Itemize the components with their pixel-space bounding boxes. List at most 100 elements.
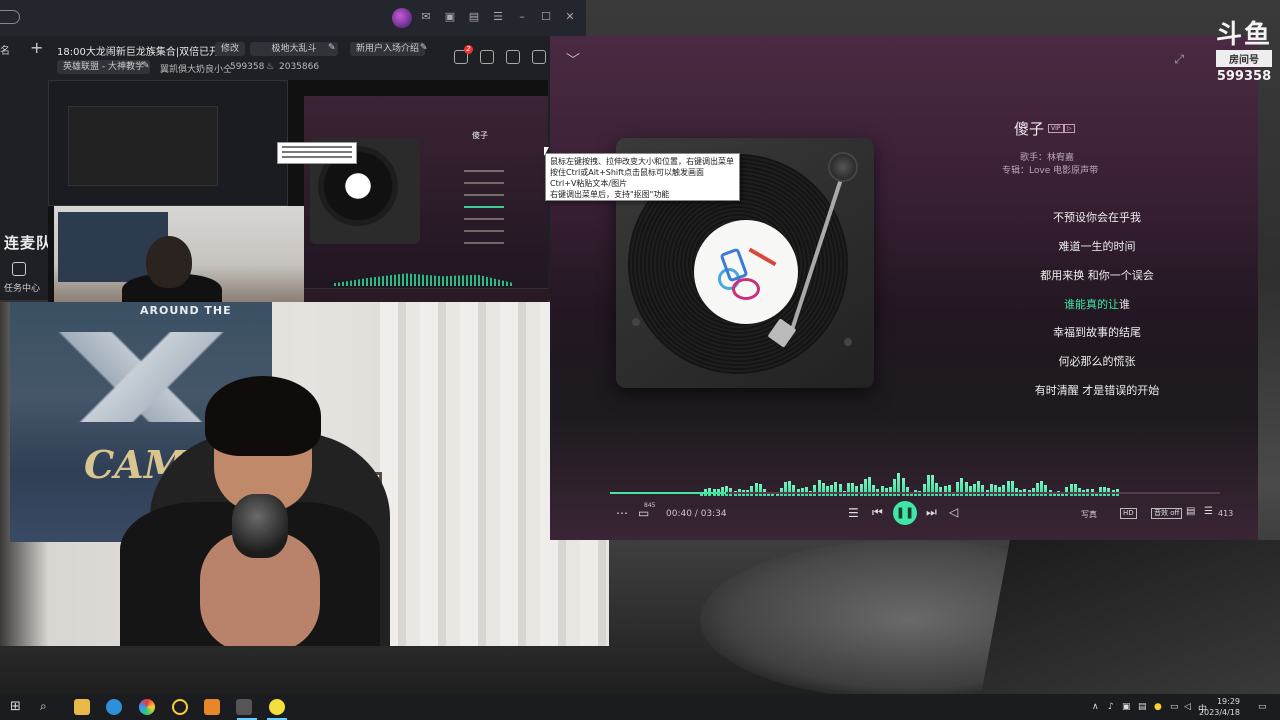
vip-tag: VIP [1048, 124, 1064, 133]
write-toggle-label[interactable]: 写真 [1081, 509, 1097, 520]
waveform-bar [725, 485, 729, 496]
volume-icon[interactable]: ◁ [949, 505, 958, 519]
tray-app-icon[interactable]: ● [1154, 702, 1162, 712]
mail-icon[interactable]: ✉ [418, 9, 434, 25]
singer-label[interactable]: 歌手：林宥嘉 [1020, 150, 1074, 163]
nested-tooltip [277, 142, 357, 164]
effect-button[interactable]: 音效 off [1151, 508, 1183, 519]
mini-waveform [334, 273, 514, 286]
file-explorer-icon[interactable] [74, 699, 90, 715]
waveform-bar [968, 485, 972, 496]
waveform-bar [1069, 483, 1073, 496]
waveform-bar [1073, 484, 1077, 496]
bell-icon[interactable] [532, 50, 546, 64]
quality-button[interactable]: HD [1120, 508, 1137, 519]
mv-tag[interactable]: ▷ [1064, 124, 1075, 133]
lock-icon[interactable] [480, 50, 494, 64]
chrome-icon[interactable] [139, 699, 155, 715]
lyric-line: 何必那么的慌张 [1058, 355, 1136, 368]
waveform-bar [754, 482, 758, 496]
mini-lyric [464, 206, 504, 208]
waveform-bar [943, 485, 947, 496]
tray-app-icon[interactable]: ▣ [1122, 702, 1131, 712]
playlist-mode-icon[interactable]: ☰ [848, 506, 859, 520]
sidebar-toggle[interactable] [0, 10, 20, 24]
hot-value: 2035866 [279, 62, 320, 72]
search-icon[interactable]: ⌕ [40, 699, 56, 715]
progress-bar[interactable] [610, 492, 1220, 494]
newbie-intro-chip[interactable]: 新用户入场介绍 [350, 42, 426, 56]
clock[interactable]: 19:29 2023/4/18 [1199, 696, 1240, 718]
edit-title-button[interactable]: 修改 [215, 42, 246, 56]
window-controls: ✉ ▣ ▤ ☰ – ☐ ✕ [418, 9, 578, 25]
stream-preview: 傻子 [48, 80, 548, 302]
tooltip-line: Ctrl+V粘贴文本/图片 [550, 179, 628, 188]
waveform-bar [973, 483, 976, 496]
mini-lyric [464, 230, 504, 232]
league-chip[interactable]: 英雄联盟 - 大神教学 [57, 60, 150, 74]
menu-icon[interactable]: ☰ [490, 9, 506, 25]
playlist-count: 413 [1218, 509, 1234, 518]
waveform-bar [981, 484, 985, 496]
start-windows-icon[interactable]: ⊞ [10, 699, 26, 715]
waveform-bar [994, 484, 997, 496]
app-ring-icon[interactable] [172, 699, 188, 715]
notification-icon[interactable]: ▭ [1258, 702, 1267, 712]
task-center-icon[interactable] [12, 262, 26, 276]
music-app-icon[interactable] [269, 699, 285, 715]
record-label-art [694, 220, 798, 324]
pause-button[interactable]: ❚❚ [893, 501, 917, 525]
pencil-icon[interactable]: ✎ [142, 61, 150, 71]
toolbar-icons: 2 [454, 45, 546, 64]
maximize-icon[interactable]: ☐ [538, 9, 554, 25]
douyu-watermark: 斗鱼 房间号 599358 [1215, 20, 1272, 84]
edge-browser-icon[interactable] [106, 699, 122, 715]
waveform-bar [1044, 484, 1048, 496]
next-icon[interactable]: ⏭ [926, 505, 937, 520]
network-icon[interactable]: ▭ [1170, 702, 1179, 712]
shirt-icon[interactable]: ▤ [466, 9, 482, 25]
layout-icon[interactable] [506, 50, 520, 64]
album-label[interactable]: 专辑：Love 电影原声带 [1002, 163, 1098, 176]
minimize-icon[interactable]: – [514, 9, 530, 25]
lyric-line-current: 谁能真的让谁 [962, 296, 1232, 312]
mouse-cursor-icon [544, 147, 549, 156]
app-tool-icon[interactable] [236, 699, 252, 715]
app-titlebar: ✉ ▣ ▤ ☰ – ☐ ✕ [0, 0, 586, 36]
app-orange-icon[interactable] [204, 699, 220, 715]
streamer-meta: 翼凯俱大奶良小仝 [160, 65, 233, 75]
waveform-bar [792, 485, 796, 496]
tray-expand-icon[interactable]: ∧ [1092, 702, 1099, 712]
queue-icon[interactable]: ☰ [1204, 506, 1213, 517]
waveform-bar [989, 483, 993, 496]
lyrics-icon[interactable]: ▤ [1186, 506, 1195, 517]
waveform-bar [855, 485, 859, 496]
mini-lyric [464, 170, 504, 172]
fullscreen-icon[interactable]: ⤢ [1174, 52, 1184, 67]
close-icon[interactable]: ✕ [562, 9, 578, 25]
hot-icon: ♨ [266, 62, 275, 72]
collapse-chevron-icon[interactable]: ﹀ [566, 50, 580, 70]
previous-icon[interactable]: ⏮ [872, 505, 883, 520]
lyric-played: 谁能真的让 [1064, 298, 1119, 311]
tray-app-icon[interactable]: ▤ [1138, 702, 1147, 712]
add-icon[interactable]: + [30, 38, 43, 57]
waveform-bar [758, 484, 762, 496]
mic-icon[interactable]: ♪ [1108, 702, 1114, 712]
progress-fill [610, 492, 726, 494]
lyric-line: 难道一生的时间 [1058, 240, 1136, 253]
more-icon[interactable]: ⋯ [616, 506, 628, 520]
watermark-room-number: 599358 [1216, 69, 1272, 84]
gift-icon[interactable]: 2 [454, 45, 473, 64]
waveform-bar [847, 483, 850, 496]
room-tag: 房间号 [1215, 50, 1272, 67]
screen-icon[interactable]: ▣ [442, 9, 458, 25]
task-center-label[interactable]: 任务中心 [4, 281, 40, 294]
lyric-line: 不预设你会在乎我 [1053, 211, 1141, 224]
pencil-icon[interactable]: ✎ [420, 43, 428, 53]
speaker-icon[interactable]: ◁ [1184, 702, 1191, 712]
app-logo-icon [392, 8, 412, 28]
category-chip[interactable]: 极地大乱斗 [250, 42, 338, 56]
microphone [232, 494, 288, 558]
pencil-icon[interactable]: ✎ [328, 43, 336, 53]
